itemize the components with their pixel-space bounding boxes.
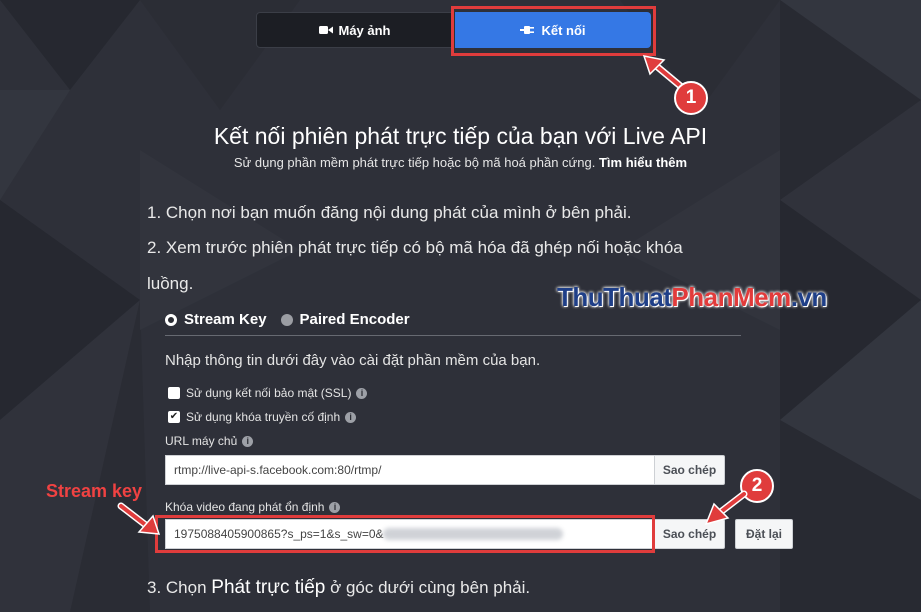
page-title: Kết nối phiên phát trực tiếp của bạn với… [213, 123, 708, 149]
info-icon[interactable]: i [329, 501, 341, 513]
tab-camera-label: Máy ảnh [338, 22, 391, 38]
stream-mode-selector: Stream Key Paired Encoder [165, 311, 410, 328]
server-url-input[interactable]: rtmp://live-api-s.facebook.com:80/rtmp/ [165, 455, 655, 485]
watermark-logo: ThuThuatPhanMem.vn [557, 282, 827, 312]
info-icon[interactable]: i [345, 411, 357, 423]
ssl-checkbox-label[interactable]: Sử dụng kết nối bảo mật (SSL) [186, 386, 351, 400]
step-3-text: 3. Chọn Phát trực tiếp ở góc dưới cùng b… [147, 577, 531, 598]
stream-key-callout: Stream key [46, 481, 143, 501]
info-icon[interactable]: i [356, 387, 368, 399]
step-badge-1: 1 [674, 81, 708, 115]
tab-camera[interactable]: Máy ảnh [256, 12, 454, 48]
learn-more-link[interactable]: Tìm hiểu thêm [599, 155, 687, 170]
paired-encoder-radio-label[interactable]: Paired Encoder [300, 311, 410, 328]
divider [165, 335, 741, 336]
persistent-key-option: ✔ Sử dụng khóa truyền cố định i [168, 410, 357, 424]
info-icon[interactable]: i [242, 435, 254, 447]
persistent-key-checkbox-label[interactable]: Sử dụng khóa truyền cố định [186, 410, 340, 424]
callout-arrow-2 [704, 490, 748, 526]
callout-arrow-stream-key [117, 502, 161, 535]
step-2-text-line2: luồng. [147, 274, 194, 293]
paired-encoder-radio[interactable] [280, 313, 293, 326]
ssl-checkbox[interactable] [168, 387, 180, 399]
subtitle-text: Sử dụng phần mềm phát trực tiếp hoặc bộ … [233, 155, 596, 170]
server-url-label: URL máy chủ i [165, 434, 254, 448]
stream-key-radio-label[interactable]: Stream Key [184, 311, 267, 328]
video-camera-icon [319, 26, 334, 34]
highlight-box-stream-key [155, 515, 655, 553]
stream-key-label: Khóa video đang phát ổn định i [165, 500, 341, 514]
step-1-text: 1. Chọn nơi bạn muốn đăng nội dung phát … [147, 203, 632, 222]
go-live-emphasis: Phát trực tiếp [211, 577, 326, 598]
persistent-key-checkbox[interactable]: ✔ [168, 411, 180, 423]
highlight-box-connect-tab [451, 6, 656, 56]
form-instruction: Nhập thông tin dưới đây vào cài đặt phần… [165, 352, 541, 369]
copy-server-url-button[interactable]: Sao chép [654, 455, 725, 485]
page-subtitle: Sử dụng phần mềm phát trực tiếp hoặc bộ … [0, 155, 921, 170]
step-2-text-line1: 2. Xem trước phiên phát trực tiếp có bộ … [147, 238, 683, 257]
ssl-option: Sử dụng kết nối bảo mật (SSL) i [168, 386, 368, 400]
server-url-value: rtmp://live-api-s.facebook.com:80/rtmp/ [174, 463, 382, 477]
stream-key-radio[interactable] [165, 313, 177, 326]
